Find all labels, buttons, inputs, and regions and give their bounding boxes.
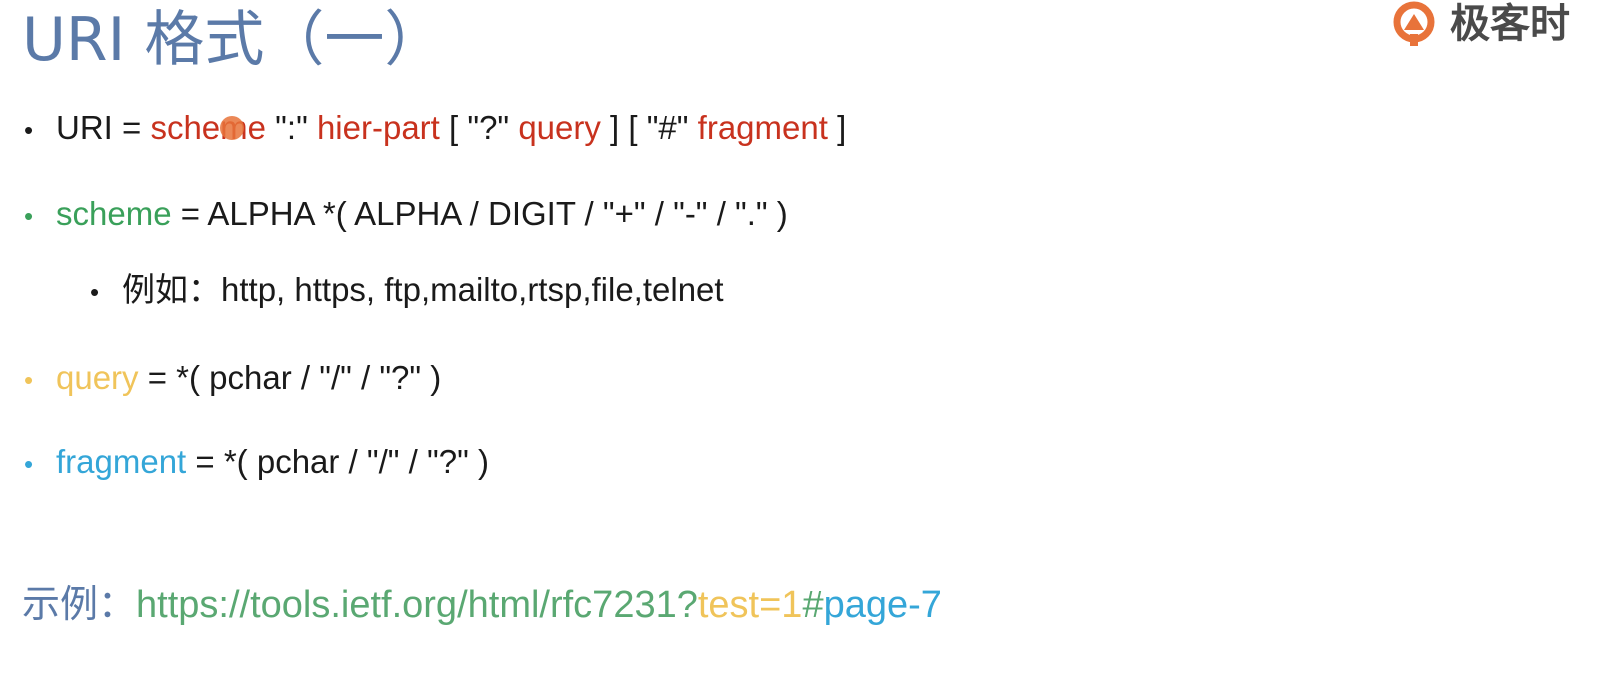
example-url-fragment: page-7	[823, 584, 942, 626]
scheme-definition-line: • scheme = ALPHA *( ALPHA / DIGIT / "+" /…	[24, 192, 788, 238]
query-rule: = *( pchar / "/" / "?" )	[138, 359, 442, 396]
query-term: query	[56, 359, 139, 396]
bullet: •	[24, 115, 34, 145]
example-url-line: 示例：https://tools.ietf.org/html/rfc7231?t…	[22, 580, 942, 630]
uri-hier-part-term: hier-part	[316, 109, 440, 146]
bullet: •	[90, 277, 100, 307]
bullet: •	[24, 201, 34, 231]
uri-fragment-term: fragment	[697, 109, 828, 146]
scheme-rule: = ALPHA *( ALPHA / DIGIT / "+" / "-" / "…	[171, 195, 788, 232]
geektime-logo-icon	[1393, 1, 1435, 46]
scheme-examples-line: • 例如：http, https, ftp,mailto,rtsp,file,te…	[90, 268, 724, 314]
query-definition-line: • query = *( pchar / "/" / "?" )	[24, 356, 441, 402]
uri-query-term: query	[518, 109, 601, 146]
example-url-base: https://tools.ietf.org/html/rfc7231?	[136, 584, 698, 626]
fragment-rule: = *( pchar / "/" / "?" )	[186, 443, 489, 480]
scheme-term: scheme	[56, 195, 172, 232]
fragment-definition-line: • fragment = *( pchar / "/" / "?" )	[24, 440, 489, 486]
fragment-term: fragment	[56, 443, 187, 480]
uri-colon: ":"	[266, 109, 317, 146]
example-label: 示例：	[22, 584, 137, 626]
uri-close-bracket: ]	[827, 109, 847, 146]
uri-label: URI =	[56, 109, 151, 146]
pointer-highlight	[220, 116, 244, 140]
uri-scheme-term: scheme	[150, 109, 267, 146]
bullet: •	[24, 365, 34, 395]
brand-logo: 极客时	[1390, 0, 1600, 48]
uri-fragment-bracket: ] [ "#"	[600, 109, 698, 146]
scheme-examples-text: 例如：http, https, ftp,mailto,rtsp,file,tel…	[122, 271, 724, 308]
bullet: •	[24, 449, 34, 479]
logo-text: 极客时	[1450, 2, 1570, 46]
uri-query-bracket: [ "?"	[439, 109, 519, 146]
example-url-query: test=1	[697, 584, 803, 626]
uri-definition-line: • URI = scheme ":" hier-part [ "?" query …	[24, 106, 846, 152]
page-title: URI 格式（一）	[22, 5, 445, 75]
example-url-hash: #	[802, 584, 824, 626]
